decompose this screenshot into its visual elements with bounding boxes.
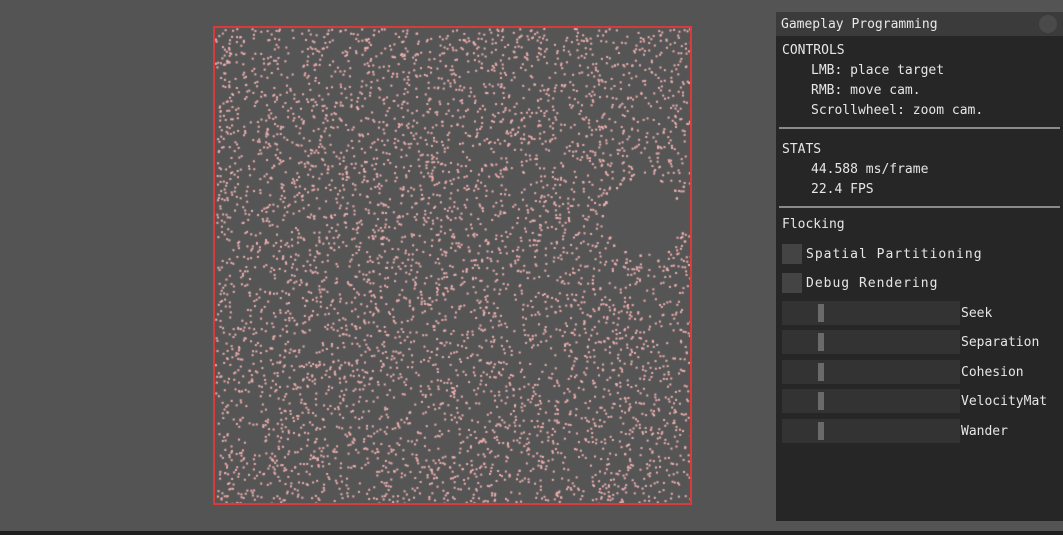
debug-rendering-checkbox[interactable]: Debug Rendering (782, 272, 938, 294)
seek-slider[interactable]: Seek (782, 301, 992, 325)
game-viewport[interactable]: Gameplay Programming CONTROLS LMB: place… (0, 0, 1063, 535)
checkbox-label: Spatial Partitioning (806, 246, 983, 262)
slider-label: Wander (961, 423, 1008, 439)
slider-label: Cohesion (961, 364, 1024, 380)
slider-label: VelocityMat (961, 393, 1048, 409)
controls-line-lmb: LMB: place target (811, 63, 945, 78)
stats-fps: 22.4 FPS (811, 182, 874, 197)
velocity-match-slider[interactable]: VelocityMat (782, 389, 1047, 413)
separator (779, 127, 1060, 129)
slider-label: Separation (961, 334, 1040, 350)
checkbox-label: Debug Rendering (806, 275, 939, 291)
checkbox-box[interactable] (782, 244, 802, 264)
slider-track[interactable] (782, 301, 960, 325)
world-boundary[interactable] (213, 26, 692, 505)
cohesion-slider[interactable]: Cohesion (782, 360, 1024, 384)
slider-track[interactable] (782, 419, 960, 443)
flock-agents (215, 28, 690, 503)
slider-grab[interactable] (818, 363, 824, 381)
gameplay-panel[interactable]: Gameplay Programming CONTROLS LMB: place… (776, 12, 1063, 521)
slider-grab[interactable] (818, 392, 824, 410)
controls-line-rmb: RMB: move cam. (811, 83, 921, 98)
checkbox-box[interactable] (782, 273, 802, 293)
controls-heading: CONTROLS (782, 43, 845, 58)
separation-slider[interactable]: Separation (782, 330, 1039, 354)
bottom-strip (0, 531, 1063, 535)
wander-slider[interactable]: Wander (782, 419, 1008, 443)
slider-track[interactable] (782, 330, 960, 354)
separator (779, 206, 1060, 208)
slider-track[interactable] (782, 360, 960, 384)
slider-grab[interactable] (818, 422, 824, 440)
slider-label: Seek (961, 305, 993, 321)
slider-track[interactable] (782, 389, 960, 413)
controls-line-scroll: Scrollwheel: zoom cam. (811, 103, 984, 118)
stats-heading: STATS (782, 142, 822, 157)
panel-titlebar[interactable]: Gameplay Programming (776, 12, 1063, 36)
stats-ms-per-frame: 44.588 ms/frame (811, 162, 929, 177)
slider-grab[interactable] (818, 304, 824, 322)
collapse-icon[interactable] (1039, 15, 1057, 33)
panel-title: Gameplay Programming (781, 16, 938, 32)
flocking-heading: Flocking (782, 217, 845, 232)
slider-grab[interactable] (818, 333, 824, 351)
spatial-partitioning-checkbox[interactable]: Spatial Partitioning (782, 243, 983, 265)
